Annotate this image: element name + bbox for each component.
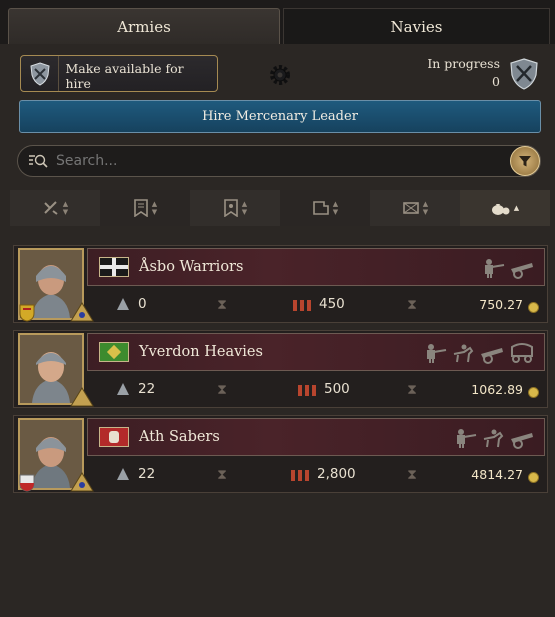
search-icon bbox=[29, 154, 48, 168]
stat-men-value: 450 bbox=[319, 296, 345, 312]
wagon-icon bbox=[511, 343, 533, 363]
stat-cost-value: 750.27 bbox=[479, 297, 523, 312]
stat-count-value: 22 bbox=[138, 381, 156, 397]
stat-count: 22 bbox=[115, 381, 155, 397]
in-progress-count: 0 bbox=[492, 74, 500, 89]
flag-icon bbox=[99, 427, 129, 447]
gold-coin-icon bbox=[528, 387, 539, 398]
money-bag-icon bbox=[491, 204, 510, 215]
stat-count: 0 bbox=[115, 296, 147, 312]
stat-count-value: 0 bbox=[138, 296, 147, 312]
mercenary-name-bar: Åsbo Warriors bbox=[87, 248, 545, 286]
cannon-icon bbox=[511, 263, 533, 279]
sort-arrows-icon: ▲ bbox=[513, 204, 520, 212]
stat-count-value: 22 bbox=[138, 466, 156, 482]
stat-men: 450 bbox=[292, 296, 345, 312]
sort-arrows-icon: ▲ ▼ bbox=[422, 200, 429, 216]
in-progress-label: In progress bbox=[427, 56, 500, 71]
sort-banner-alt[interactable]: ▲ ▼ bbox=[190, 190, 280, 226]
mercenary-name-bar: Yverdon Heavies bbox=[87, 333, 545, 371]
infantry-icon bbox=[485, 259, 505, 278]
stat-men-value: 500 bbox=[324, 381, 350, 397]
infantry-icon bbox=[427, 344, 447, 363]
hire-mercenary-leader-button[interactable]: Hire Mercenary Leader bbox=[19, 100, 541, 133]
search-input[interactable] bbox=[54, 152, 498, 170]
mercenary-row[interactable]: Yverdon Heavies 22 ⧗ 500 ⧗ 1062.89 bbox=[13, 330, 548, 408]
flag-icon bbox=[99, 342, 129, 362]
mercenary-stats: 22 ⧗ 2,800 ⧗ 4814.27 bbox=[87, 458, 545, 492]
make-available-for-hire-button[interactable]: Make available for hire bbox=[20, 55, 218, 92]
gold-coin-icon bbox=[528, 302, 539, 313]
flag-icon bbox=[99, 257, 129, 277]
separator: ⧗ bbox=[407, 297, 417, 313]
sort-siege[interactable]: ▲ ▼ bbox=[280, 190, 370, 226]
infantry-icon bbox=[457, 429, 477, 448]
filter-button[interactable] bbox=[510, 146, 540, 176]
coat-of-arms-icon bbox=[19, 474, 35, 492]
gold-coin-icon bbox=[528, 472, 539, 483]
banner-icon bbox=[133, 199, 148, 217]
maintenance-icon bbox=[402, 202, 419, 214]
mercenary-name: Yverdon Heavies bbox=[139, 344, 263, 360]
sort-maintenance[interactable]: ▲ ▼ bbox=[370, 190, 460, 226]
mercenary-name: Ath Sabers bbox=[139, 429, 220, 445]
hire-toggle-label: Make available for hire bbox=[65, 61, 184, 91]
cannon-icon bbox=[481, 348, 503, 364]
sort-arrows-icon: ▲ ▼ bbox=[62, 200, 69, 216]
mercenary-row[interactable]: Åsbo Warriors 0 ⧗ 450 ⧗ 750.27 bbox=[13, 245, 548, 323]
soldiers-icon bbox=[293, 300, 311, 311]
stat-cost-value: 4814.27 bbox=[471, 467, 523, 482]
mercenary-stats: 22 ⧗ 500 ⧗ 1062.89 bbox=[87, 373, 545, 407]
tab-navies-label: Navies bbox=[390, 17, 443, 36]
regiment-icon bbox=[117, 468, 129, 480]
hire-leader-label: Hire Mercenary Leader bbox=[202, 109, 358, 124]
stat-count: 22 bbox=[115, 466, 155, 482]
cavalry-icon bbox=[453, 344, 474, 363]
unit-composition bbox=[452, 427, 536, 449]
sort-arrows-icon: ▲ ▼ bbox=[332, 200, 339, 216]
separator: ⧗ bbox=[407, 382, 417, 398]
filter-icon bbox=[519, 156, 531, 167]
siege-icon bbox=[312, 201, 329, 215]
tab-navies[interactable]: Navies bbox=[283, 8, 550, 44]
stat-men: 2,800 bbox=[290, 466, 356, 482]
separator: ⧗ bbox=[217, 382, 227, 398]
shield-icon bbox=[21, 56, 60, 91]
regiment-icon bbox=[117, 383, 129, 395]
cavalry-icon bbox=[483, 429, 504, 448]
tab-bar: Armies Navies bbox=[0, 0, 555, 44]
separator: ⧗ bbox=[217, 297, 227, 313]
regiment-icon bbox=[117, 298, 129, 310]
sort-cost[interactable]: ▲ bbox=[460, 190, 550, 226]
banner-alt-icon bbox=[223, 199, 238, 217]
sort-arrows-icon: ▲ ▼ bbox=[241, 200, 248, 216]
sort-arrows-icon: ▲ ▼ bbox=[151, 200, 158, 216]
separator: ⧗ bbox=[217, 467, 227, 483]
stat-cost-value: 1062.89 bbox=[471, 382, 523, 397]
gear-icon[interactable] bbox=[268, 63, 292, 87]
mercenary-name: Åsbo Warriors bbox=[139, 259, 244, 275]
stat-men: 500 bbox=[297, 381, 350, 397]
unit-composition bbox=[422, 342, 536, 364]
sort-bar: ▲ ▼ ▲ ▼ ▲ ▼ ▲ ▼ ▲ ▼ ▲ bbox=[10, 190, 550, 226]
crossed-swords-shield-icon bbox=[510, 58, 538, 90]
unit-composition bbox=[480, 257, 536, 279]
sort-regiment-type[interactable]: ▲ ▼ bbox=[10, 190, 100, 226]
mercenary-name-bar: Ath Sabers bbox=[87, 418, 545, 456]
separator: ⧗ bbox=[407, 467, 417, 483]
stat-men-value: 2,800 bbox=[317, 466, 356, 482]
tab-armies[interactable]: Armies bbox=[8, 8, 280, 44]
soldiers-icon bbox=[291, 470, 309, 481]
soldiers-icon bbox=[298, 385, 316, 396]
regiment-type-icon bbox=[44, 201, 58, 215]
cannon-icon bbox=[511, 433, 533, 449]
mercenary-row[interactable]: Ath Sabers 22 ⧗ 2,800 ⧗ 4814.27 bbox=[13, 415, 548, 493]
in-progress-status: In progress 0 bbox=[427, 55, 500, 91]
coat-of-arms-icon bbox=[19, 304, 35, 322]
search-bar bbox=[17, 145, 541, 177]
mercenary-stats: 0 ⧗ 450 ⧗ 750.27 bbox=[87, 288, 545, 322]
sort-banner[interactable]: ▲ ▼ bbox=[100, 190, 190, 226]
tab-armies-label: Armies bbox=[117, 17, 171, 36]
